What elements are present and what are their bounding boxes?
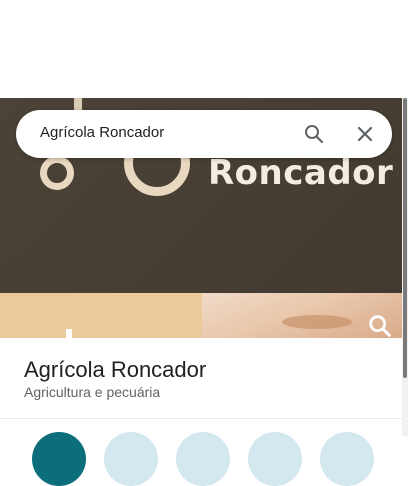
search-icon[interactable] bbox=[302, 122, 326, 146]
thumbnail-detail bbox=[66, 329, 72, 338]
photo-thumbnail-left[interactable] bbox=[0, 293, 202, 338]
send-to-phone-button[interactable] bbox=[248, 432, 302, 486]
divider bbox=[0, 418, 402, 419]
logo-ring-small bbox=[40, 156, 74, 190]
place-title: Agrícola Roncador bbox=[24, 357, 207, 382]
place-category: Agricultura e pecuária bbox=[24, 384, 161, 400]
save-button[interactable] bbox=[104, 432, 158, 486]
scrollbar[interactable] bbox=[402, 98, 408, 436]
search-input[interactable]: Agrícola Roncador bbox=[40, 124, 164, 141]
brand-wordmark: Roncador bbox=[208, 153, 394, 193]
share-button[interactable] bbox=[320, 432, 374, 486]
nearby-button[interactable] bbox=[176, 432, 230, 486]
scrollbar-thumb[interactable] bbox=[403, 98, 407, 378]
place-info-panel: Agrícola Roncador Agricultura e pecuária bbox=[0, 338, 402, 486]
close-icon[interactable] bbox=[353, 122, 377, 146]
thumbnail-detail bbox=[282, 315, 352, 329]
directions-button[interactable] bbox=[32, 432, 86, 486]
logo-fragment bbox=[74, 98, 82, 110]
photo-search-icon[interactable] bbox=[366, 312, 394, 338]
search-bar[interactable]: Agrícola Roncador bbox=[16, 110, 392, 158]
